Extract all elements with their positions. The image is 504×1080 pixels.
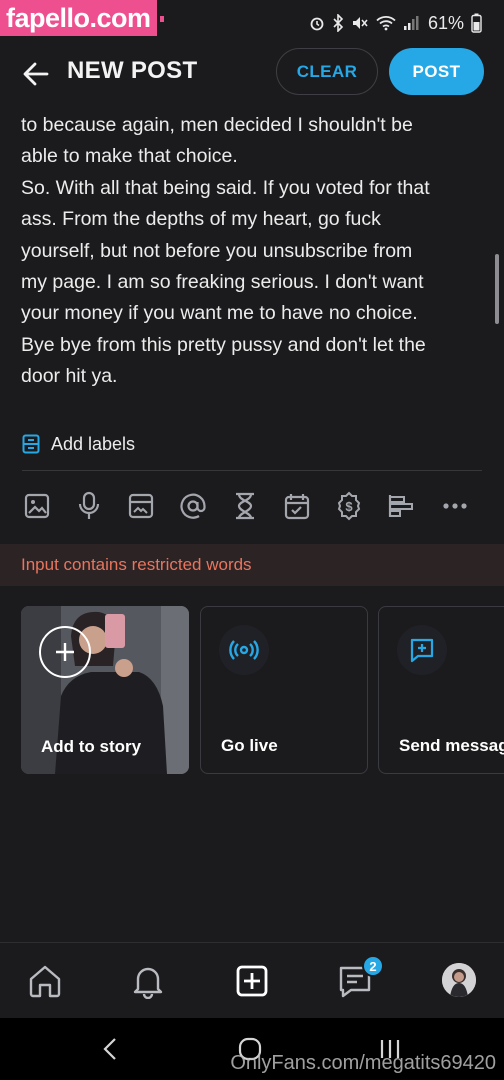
card-label: Add to story	[41, 737, 142, 756]
bell-icon	[133, 967, 163, 999]
add-story-button[interactable]	[39, 626, 91, 678]
messages-badge: 2	[362, 955, 384, 977]
add-labels-text: Add labels	[51, 433, 136, 454]
post-text-input[interactable]: to because again, men decided I shouldn'…	[21, 110, 476, 396]
nav-home[interactable]	[25, 961, 65, 1001]
calendar-icon	[284, 494, 310, 520]
scrollbar[interactable]	[495, 254, 499, 324]
live-icon-circle	[219, 625, 269, 675]
arrow-left-icon	[23, 62, 49, 86]
go-live-card[interactable]: Go live	[200, 606, 368, 774]
post-text-line: Bye bye from this pretty pussy and don't…	[21, 333, 426, 356]
microphone-icon	[78, 491, 100, 519]
price-button[interactable]: $	[334, 490, 364, 522]
watermark-tail	[160, 16, 164, 22]
card-label: Send message	[399, 736, 504, 755]
post-text-line: yourself, but not before you unsubscribe…	[21, 239, 413, 262]
back-button[interactable]	[20, 58, 52, 90]
mention-button[interactable]	[178, 490, 208, 522]
mute-icon	[352, 17, 368, 29]
post-text-line: door hit ya.	[21, 365, 118, 388]
post-text-line: able to make that choice.	[21, 145, 238, 168]
schedule-button[interactable]	[282, 490, 312, 522]
label-icon	[22, 434, 40, 454]
vault-icon	[128, 493, 154, 519]
profile-avatar[interactable]	[442, 963, 476, 997]
poll-button[interactable]	[386, 490, 416, 522]
post-text-line: to because again, men decided I shouldn'…	[21, 114, 413, 136]
poll-icon	[388, 495, 413, 517]
restricted-words-warning: Input contains restricted words	[0, 544, 504, 586]
alarm-icon	[310, 17, 324, 31]
app-bar: NEW POST CLEAR POST	[0, 44, 504, 104]
plus-icon	[56, 643, 74, 661]
more-button[interactable]	[440, 490, 470, 522]
send-message-card[interactable]: Send message	[378, 606, 504, 774]
add-to-story-card[interactable]: Add to story	[21, 606, 189, 774]
status-icons: 61%	[309, 10, 482, 36]
more-icon	[443, 503, 467, 509]
post-button[interactable]: POST	[389, 48, 484, 95]
mention-icon	[180, 493, 206, 519]
chevron-left-icon	[103, 1038, 116, 1060]
card-label: Go live	[221, 736, 278, 755]
image-button[interactable]	[22, 490, 52, 522]
watermark-account: OnlyFans.com/megatits69420	[230, 1052, 496, 1074]
battery-icon	[471, 13, 482, 33]
post-text-line: ass. From the depths of my heart, go fuc…	[21, 208, 381, 231]
wifi-icon	[376, 16, 396, 31]
add-post-icon	[236, 965, 268, 997]
divider	[22, 470, 482, 471]
post-text-line: your money if you want me to have no cho…	[21, 302, 418, 325]
nav-new-post[interactable]	[232, 961, 272, 1001]
image-icon	[24, 493, 50, 519]
system-nav-bar: OnlyFans.com/megatits69420	[0, 1018, 504, 1080]
new-message-icon	[410, 638, 434, 663]
add-labels-button[interactable]: Add labels	[22, 430, 135, 458]
hourglass-icon	[236, 492, 254, 520]
voice-button[interactable]	[74, 490, 104, 522]
nav-notifications[interactable]	[128, 961, 168, 1001]
message-icon-circle	[397, 625, 447, 675]
page-title: NEW POST	[67, 57, 198, 84]
svg-text:$: $	[345, 499, 353, 514]
battery-level: 61%	[427, 12, 464, 33]
expiration-button[interactable]	[230, 490, 260, 522]
vault-button[interactable]	[126, 490, 156, 522]
system-back-button[interactable]	[100, 1036, 120, 1062]
bluetooth-icon	[333, 14, 344, 32]
broadcast-icon	[229, 640, 259, 660]
bottom-nav	[0, 942, 504, 1018]
avatar-image	[442, 963, 476, 997]
post-toolbar: $	[22, 490, 482, 524]
watermark-site: fapello.com	[0, 0, 157, 36]
status-bar: fapello.com 61%	[0, 0, 504, 44]
home-icon	[29, 965, 61, 998]
price-icon: $	[337, 491, 361, 521]
clear-button[interactable]: CLEAR	[276, 48, 378, 95]
post-text-line: my page. I am so freaking serious. I don…	[21, 271, 424, 294]
signal-icon	[403, 16, 419, 30]
post-text-line: So. With all that being said. If you vot…	[21, 176, 430, 199]
